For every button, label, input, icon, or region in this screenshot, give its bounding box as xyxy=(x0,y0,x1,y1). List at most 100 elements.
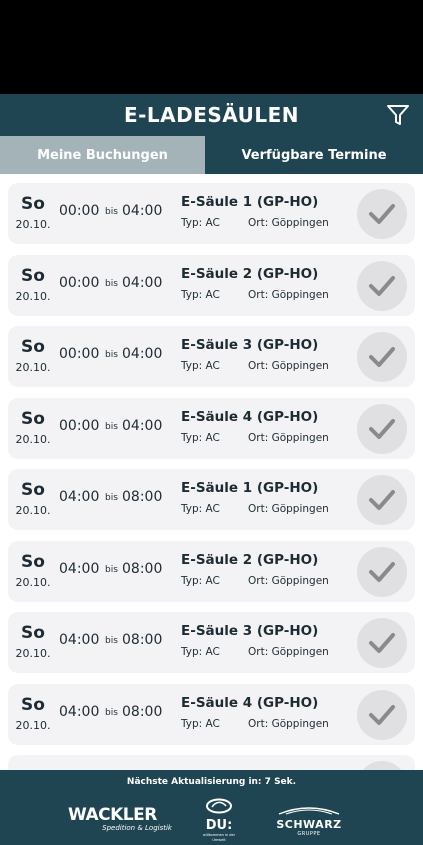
booking-day: So xyxy=(21,694,45,715)
booking-location: Ort: Göppingen xyxy=(248,717,329,730)
booking-date: 20.10. xyxy=(15,432,51,446)
booking-station-name: E-Säule 2 (GP-HO) xyxy=(181,551,319,568)
booking-location: Ort: Göppingen xyxy=(248,360,329,372)
booking-time-to: 08:00 xyxy=(122,560,163,577)
app-header: E-LADESÄULEN xyxy=(0,94,423,136)
booking-day: So xyxy=(21,408,45,429)
booking-card[interactable]: So 20.10. 00:00 bis 04:00 E-Säule 3 (GP-HO) Ty… xyxy=(8,326,415,387)
status-bar-area xyxy=(0,0,423,94)
booking-station-name: E-Säule 2 (GP-HO) xyxy=(181,265,319,282)
book-checkmark-button[interactable] xyxy=(357,260,407,311)
checkmark-icon xyxy=(369,418,395,439)
checkmark-icon xyxy=(369,704,395,725)
booking-time-to: 04:00 xyxy=(122,417,163,434)
checkmark-icon xyxy=(369,347,395,367)
booking-type: Typ: AC xyxy=(181,503,220,515)
booking-type: Typ: AC xyxy=(181,360,220,372)
booking-location: Ort: Göppingen xyxy=(248,646,329,658)
booking-station-name: E-Säule 1 (GP-HO) xyxy=(181,480,319,496)
wackler-logo-tagline: Spedition & Logistik xyxy=(102,824,172,832)
booking-time-to: 04:00 xyxy=(122,203,163,219)
book-checkmark-button[interactable] xyxy=(357,332,407,382)
booking-card[interactable]: So 20.10. 00:00 bis 04:00 E-Säule 2 (GP-HO) Ty… xyxy=(8,254,415,316)
checkmark-icon xyxy=(369,275,395,296)
book-checkmark-button[interactable] xyxy=(357,475,407,525)
checkmark-icon xyxy=(369,490,395,510)
booking-time-from: 00:00 xyxy=(59,346,100,362)
footer: Nächste Aktualisierung in: 7 Sek. WACKLE… xyxy=(0,770,423,845)
booking-time-from: 00:00 xyxy=(59,274,100,291)
booking-day: So xyxy=(21,337,45,357)
du-logo: DU: willkommen in der Umwelt xyxy=(196,798,242,842)
filter-button[interactable] xyxy=(385,102,411,128)
book-checkmark-button[interactable] xyxy=(357,618,407,668)
booking-station-name: E-Säule 3 (GP-HO) xyxy=(181,337,319,353)
tab-bar: Meine Buchungen Verfügbare Termine xyxy=(0,136,423,174)
booking-location: Ort: Göppingen xyxy=(248,574,329,587)
booking-time-from: 00:00 xyxy=(59,203,100,219)
booking-card[interactable]: So 20.10. 04:00 bis 08:00 E-Säule 1 (GP-HO) Ty… xyxy=(8,469,415,530)
booking-location: Ort: Göppingen xyxy=(248,431,329,444)
booking-location: Ort: Göppingen xyxy=(248,217,329,229)
refresh-countdown: Nächste Aktualisierung in: 7 Sek. xyxy=(126,777,297,787)
booking-time-from: 00:00 xyxy=(59,417,100,434)
tab-meine-buchungen[interactable]: Meine Buchungen xyxy=(0,136,205,174)
booking-time-to: 04:00 xyxy=(122,274,163,291)
booking-card-partial[interactable] xyxy=(8,755,415,770)
schwarz-logo: SCHWARZ GRUPPE xyxy=(276,800,342,838)
checkmark-icon xyxy=(369,633,395,653)
book-checkmark-button[interactable] xyxy=(357,189,407,239)
booking-bis-label: bis xyxy=(105,493,118,503)
booking-card[interactable]: So 20.10. 00:00 bis 04:00 E-Säule 1 (GP-HO) Ty… xyxy=(8,183,415,244)
booking-day: So xyxy=(21,551,45,572)
tab-verfuegbare-termine[interactable]: Verfügbare Termine xyxy=(205,136,423,174)
booking-time-from: 04:00 xyxy=(59,703,100,720)
booking-card[interactable]: So 20.10. 04:00 bis 08:00 E-Säule 4 (GP-HO) Ty… xyxy=(8,683,415,745)
schwarz-logo-tagline: GRUPPE xyxy=(297,831,321,837)
du-logo-tagline: willkommen in der Umwelt xyxy=(202,833,236,842)
booking-date: 20.10. xyxy=(15,575,51,589)
booking-date: 20.10. xyxy=(15,647,51,660)
booking-type: Typ: AC xyxy=(181,646,220,658)
booking-bis-label: bis xyxy=(105,207,118,217)
booking-station-name: E-Säule 1 (GP-HO) xyxy=(181,194,319,210)
booking-day: So xyxy=(21,194,45,214)
booking-day: So xyxy=(21,265,45,286)
booking-station-name: E-Säule 4 (GP-HO) xyxy=(181,694,319,711)
book-checkmark-button[interactable] xyxy=(357,761,407,770)
booking-time-to: 08:00 xyxy=(122,703,163,720)
booking-date: 20.10. xyxy=(15,361,51,374)
booking-time-to: 08:00 xyxy=(122,489,163,505)
schwarz-arc-icon xyxy=(278,807,340,815)
book-checkmark-button[interactable] xyxy=(357,689,407,740)
wackler-logo: WACKLER Spedition & Logistik xyxy=(68,806,172,832)
booking-list[interactable]: So 20.10. 00:00 bis 04:00 E-Säule 1 (GP-HO) Ty… xyxy=(0,174,423,770)
booking-time-from: 04:00 xyxy=(59,632,100,648)
filter-icon xyxy=(387,105,409,125)
booking-location: Ort: Göppingen xyxy=(248,288,329,301)
booking-date: 20.10. xyxy=(15,289,51,303)
booking-card[interactable]: So 20.10. 04:00 bis 08:00 E-Säule 2 (GP-HO) Ty… xyxy=(8,540,415,602)
booking-date: 20.10. xyxy=(15,218,51,231)
checkmark-icon xyxy=(369,561,395,582)
booking-time-from: 04:00 xyxy=(59,489,100,505)
booking-time-to: 08:00 xyxy=(122,632,163,648)
booking-type: Typ: AC xyxy=(181,717,220,730)
booking-bis-label: bis xyxy=(105,564,118,575)
booking-time-to: 04:00 xyxy=(122,346,163,362)
booking-station-name: E-Säule 3 (GP-HO) xyxy=(181,623,319,639)
booking-day: So xyxy=(21,480,45,500)
booking-type: Typ: AC xyxy=(181,288,220,301)
book-checkmark-button[interactable] xyxy=(357,403,407,454)
book-checkmark-button[interactable] xyxy=(357,546,407,597)
booking-type: Typ: AC xyxy=(181,431,220,444)
page-title: E-LADESÄULEN xyxy=(123,103,300,127)
booking-card[interactable]: So 20.10. 04:00 bis 08:00 E-Säule 3 (GP-HO) Ty… xyxy=(8,612,415,673)
booking-bis-label: bis xyxy=(105,707,118,718)
du-emblem-icon xyxy=(206,798,232,814)
booking-day: So xyxy=(21,623,45,643)
booking-bis-label: bis xyxy=(105,421,118,432)
booking-card[interactable]: So 20.10. 00:00 bis 04:00 E-Säule 4 (GP-HO) Ty… xyxy=(8,397,415,459)
booking-bis-label: bis xyxy=(105,278,118,289)
du-logo-name: DU: xyxy=(205,818,233,833)
